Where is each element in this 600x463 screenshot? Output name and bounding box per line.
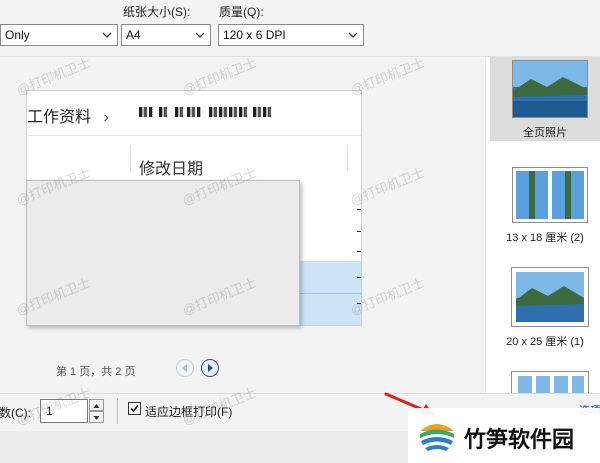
triangle-down-icon (93, 416, 100, 420)
redacted-text (209, 107, 247, 117)
fit-frame-label: 适应边框打印(F) (145, 405, 233, 419)
thumbnail-20x25[interactable] (511, 267, 589, 327)
copies-label: 份数(C): (0, 406, 31, 420)
redacted-text (139, 107, 153, 117)
triangle-left-icon (182, 364, 187, 372)
row-separator (299, 293, 361, 294)
separator (117, 398, 118, 424)
spin-up-button[interactable] (89, 399, 104, 411)
fit-frame-checkbox[interactable] (128, 402, 141, 415)
layout-label: 13 x 18 厘米 (2) (506, 232, 584, 244)
layout-label: 20 x 25 厘米 (1) (506, 336, 584, 348)
redacted-text (175, 107, 183, 117)
thumbnail-13x18[interactable] (512, 167, 588, 223)
redacted-text (187, 107, 201, 117)
tick-mark (357, 209, 361, 210)
brand-logo-icon (419, 416, 455, 452)
paper-size-select[interactable]: A4 (121, 24, 211, 46)
prev-page-button[interactable] (176, 359, 194, 377)
triangle-right-icon (208, 364, 213, 372)
copies-input[interactable]: 1 (40, 399, 88, 423)
column-divider (130, 145, 131, 171)
brand-logo-text: 竹笋软件园 (464, 427, 575, 452)
next-page-button[interactable] (201, 359, 219, 377)
chevron-down-icon (195, 32, 205, 38)
tick-mark (357, 231, 361, 232)
layout-label: 全页照片 (523, 127, 567, 139)
two-photos-icon (513, 168, 587, 222)
checkmark-icon (130, 404, 139, 413)
column-header-modified-date: 修改日期 (139, 161, 204, 178)
column-divider (347, 145, 348, 171)
landscape-photo-icon (512, 268, 588, 326)
tick-mark (357, 277, 361, 278)
breadcrumb-title: 工作资料 › (27, 109, 109, 126)
spin-down-button[interactable] (89, 411, 104, 423)
quality-label: 质量(Q): (219, 5, 264, 19)
chevron-down-icon (102, 32, 112, 38)
redacted-text (159, 107, 167, 117)
pages-select-value: Only (5, 28, 30, 42)
thumbnail-full-page[interactable] (512, 60, 588, 118)
landscape-photo-icon (513, 61, 587, 117)
tick-mark (357, 303, 361, 304)
quality-value: 120 x 6 DPI (223, 28, 286, 42)
thumbnail-partial[interactable] (511, 371, 589, 393)
photo-grid-icon (512, 372, 588, 393)
triangle-up-icon (93, 404, 100, 408)
page-indicator: 第 1 页，共 2 页 (56, 366, 136, 378)
preview-page-overlay (26, 180, 300, 326)
header-divider (27, 135, 361, 136)
paper-size-label: 纸张大小(S): (123, 5, 191, 19)
tick-mark (357, 251, 361, 252)
pages-select[interactable]: Only (0, 24, 118, 46)
redacted-text (253, 107, 271, 117)
quality-select[interactable]: 120 x 6 DPI (218, 24, 364, 46)
chevron-down-icon (348, 32, 358, 38)
paper-size-value: A4 (126, 28, 141, 42)
